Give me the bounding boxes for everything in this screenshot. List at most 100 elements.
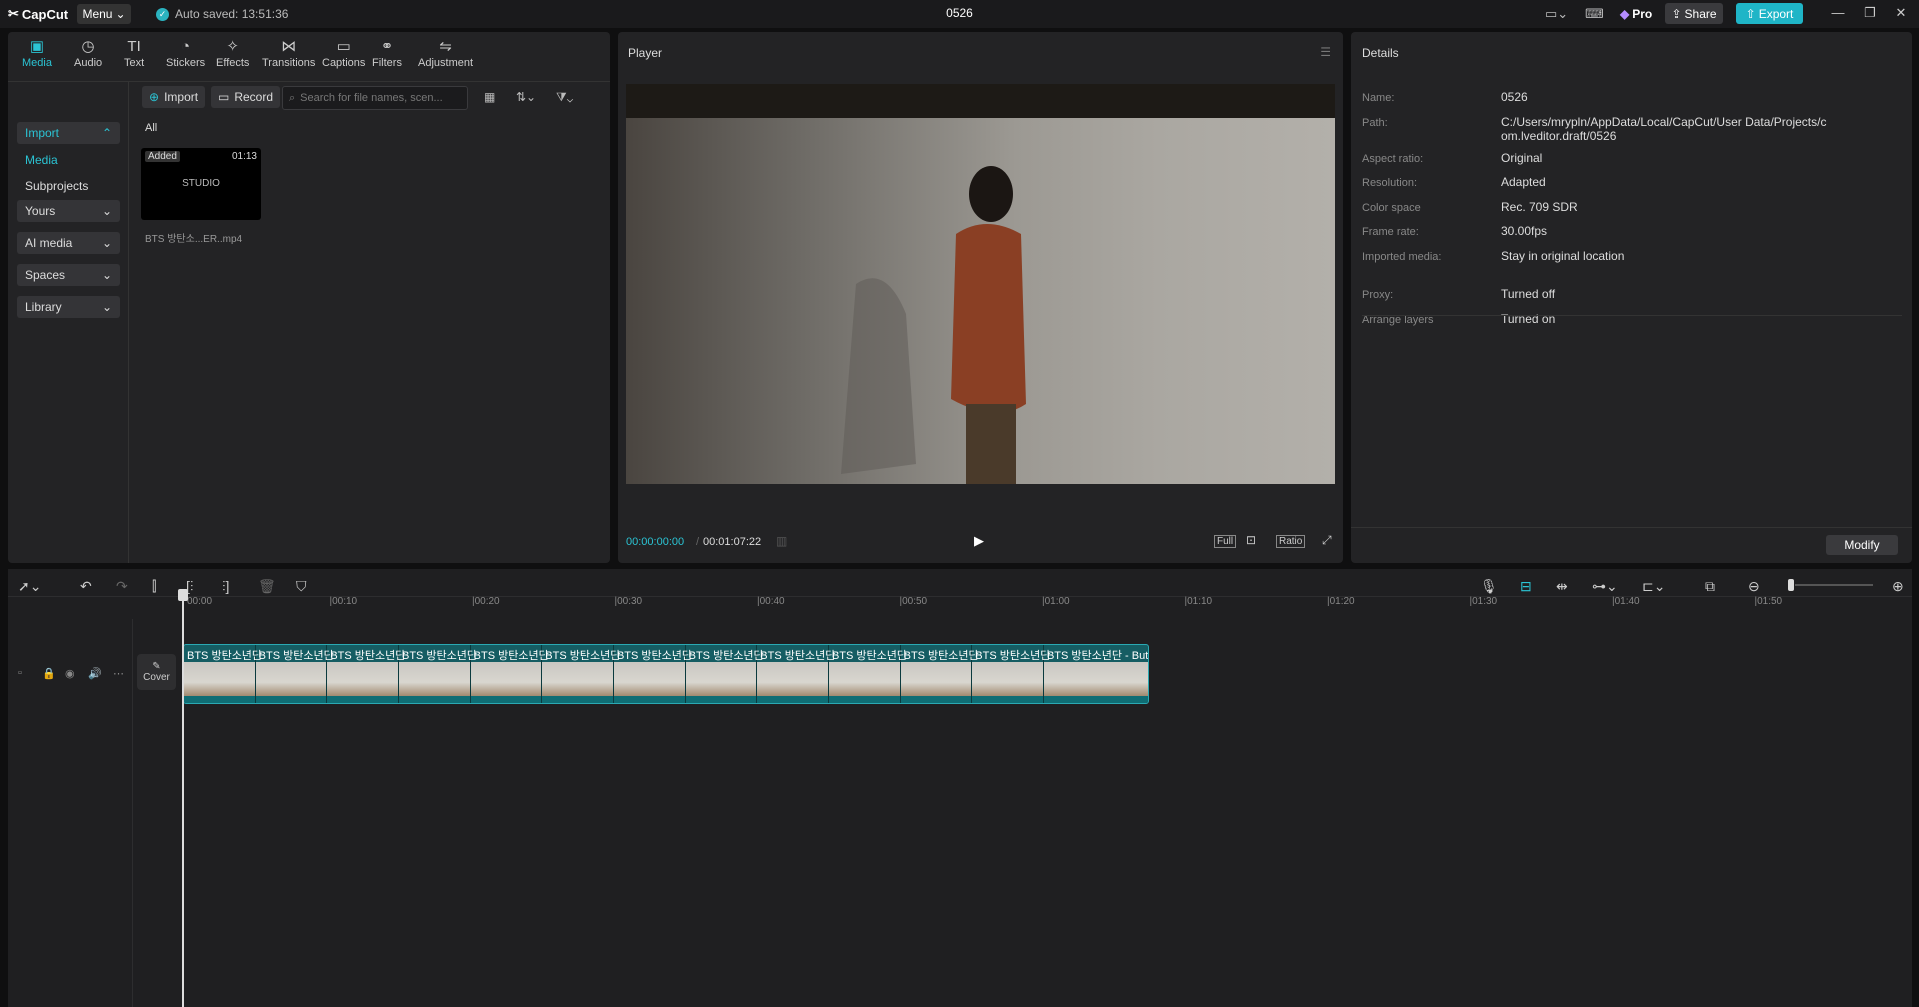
tab-effects[interactable]: ✧ Effects: [216, 37, 249, 77]
timeline-clip[interactable]: BTS 방탄소년단: [184, 645, 262, 703]
minimize-icon[interactable]: —: [1828, 5, 1848, 23]
media-icon: ▣: [29, 38, 45, 55]
thumbnail-text: STUDIO: [182, 178, 220, 189]
eye-icon[interactable]: ◉: [65, 667, 75, 680]
zoom-slider[interactable]: [1795, 584, 1873, 586]
layout-icon[interactable]: ▭⌄: [1545, 6, 1568, 22]
restore-icon[interactable]: ❐: [1860, 5, 1880, 23]
tab-text[interactable]: TI Text: [124, 37, 144, 77]
clip-label: BTS 방탄소년단: [616, 650, 693, 662]
screenshot-icon[interactable]: ⊡: [1246, 533, 1256, 547]
filter-icon[interactable]: ⧩⌄: [556, 90, 573, 105]
ruler-tick: |01:20: [1327, 596, 1355, 607]
audio-waveform: [542, 696, 613, 703]
timeline-clip[interactable]: BTS 방탄소년단: [255, 645, 334, 703]
record-button[interactable]: ▭ Record: [211, 86, 281, 108]
clip-thumbnail: [828, 662, 900, 696]
modify-button[interactable]: Modify: [1826, 535, 1898, 555]
timeline-clip[interactable]: BTS 방탄소년단: [685, 645, 764, 703]
detail-value: 30.00fps: [1501, 224, 1548, 238]
tab-transitions[interactable]: ⋈ Transitions: [262, 37, 315, 77]
share-button[interactable]: ⇪ Share: [1665, 3, 1723, 24]
clip-thumbnail: [900, 662, 972, 696]
detail-label: Imported media:: [1362, 251, 1442, 263]
timeline-clip[interactable]: BTS 방탄소년단: [470, 645, 549, 703]
media-search[interactable]: ⌕ Search for file names, scen...: [282, 86, 468, 110]
redo-icon[interactable]: ↷: [116, 578, 128, 595]
filters-icon: ⚭: [380, 38, 394, 55]
tab-adjustment[interactable]: ⇋ Adjustment: [418, 37, 473, 77]
tab-captions[interactable]: ▭ Captions: [322, 37, 365, 77]
filter-all[interactable]: All: [145, 122, 157, 134]
tab-stickers[interactable]: ◔ Stickers: [166, 37, 205, 77]
sidebar-import[interactable]: Import ⌃: [17, 122, 120, 144]
pro-button[interactable]: ◆ Pro: [1614, 4, 1658, 24]
volume-icon[interactable]: 🔊: [88, 667, 102, 680]
timeline-clip[interactable]: BTS 방탄소년단: [900, 645, 979, 703]
timeline-clip[interactable]: BTS 방탄소년단: [398, 645, 477, 703]
waveform-icon[interactable]: ▥: [776, 534, 787, 548]
transitions-icon: ⋈: [281, 38, 297, 55]
timeline-clip[interactable]: BTS 방탄소년단: [542, 645, 620, 703]
video-preview[interactable]: [626, 84, 1335, 484]
timeline-clip[interactable]: BTS 방탄소년단: [613, 645, 692, 703]
clip-label: BTS 방탄소년단: [831, 650, 908, 662]
tab-filters[interactable]: ⚭ Filters: [372, 37, 402, 77]
clip-label: BTS 방탄소년단 - Butt: [1046, 650, 1149, 662]
timeline-clip[interactable]: BTS 방탄소년단 - Butt: [1043, 645, 1149, 703]
sidebar-ai-media[interactable]: AI media ⌄: [17, 232, 120, 254]
playhead[interactable]: [182, 591, 184, 1007]
timeline-panel: ➚⌄ ↶ ↷ ⫿ [⫶ ⫶] 🗑 ⛉ 🎙 ⊟ ⇹ ⊶⌄ ⊏⌄ ⧉ ⊖ ⊕ 00:…: [8, 569, 1912, 1007]
detail-value: Rec. 709 SDR: [1501, 200, 1578, 214]
select-tool-icon[interactable]: ➚⌄: [18, 578, 41, 595]
player-title: Player: [628, 46, 663, 60]
tab-media[interactable]: ▣ Media: [22, 37, 52, 77]
tab-label: Filters: [372, 57, 402, 69]
captions-icon: ▭: [336, 38, 351, 55]
undo-icon[interactable]: ↶: [80, 578, 92, 595]
playhead-handle[interactable]: [178, 589, 188, 601]
zoom-slider-handle[interactable]: [1788, 579, 1794, 591]
fullscreen-icon[interactable]: ⤢: [1322, 533, 1332, 548]
import-button[interactable]: ⊕ Import: [142, 86, 206, 108]
tab-audio[interactable]: ◷ Audio: [74, 37, 102, 77]
timeline-clip[interactable]: BTS 방탄소년단: [757, 645, 835, 703]
detail-label: Color space: [1362, 202, 1421, 214]
media-duration: 01:13: [231, 151, 257, 162]
sidebar-spaces[interactable]: Spaces ⌄: [17, 264, 120, 286]
sidebar-item-media[interactable]: Media: [25, 153, 58, 167]
hamburger-icon[interactable]: ☰: [1320, 45, 1331, 59]
split-icon[interactable]: ⫿: [152, 578, 156, 595]
media-item[interactable]: Added 01:13 STUDIO: [141, 148, 261, 220]
detail-label: Resolution:: [1362, 177, 1418, 189]
sidebar-yours[interactable]: Yours ⌄: [17, 200, 120, 222]
timeline-clip[interactable]: BTS 방탄소년단: [327, 645, 405, 703]
tab-label: Text: [124, 57, 145, 69]
full-button[interactable]: Full: [1214, 535, 1237, 548]
shortcuts-icon[interactable]: ⌨: [1585, 6, 1604, 22]
clip-thumbnail: [327, 662, 398, 696]
stickers-icon: ◔: [181, 38, 191, 55]
sort-icon[interactable]: ⇅⌄: [516, 90, 536, 104]
more-icon[interactable]: ⋯: [113, 667, 124, 680]
sidebar-item-subprojects[interactable]: Subprojects: [25, 179, 88, 193]
cover-button[interactable]: ✎ Cover: [137, 654, 176, 690]
export-button[interactable]: ⇧ Export: [1736, 3, 1803, 24]
player-panel: Player ☰ 00:00:00:00 / 00:01:07:22 ▥ ▶ F…: [618, 32, 1343, 563]
close-icon[interactable]: ✕: [1891, 5, 1911, 23]
clip-thumbnail: [184, 662, 255, 696]
view-grid-icon[interactable]: ▦: [484, 90, 495, 104]
track-select-icon[interactable]: ▫: [18, 667, 22, 679]
lock-icon[interactable]: 🔒: [42, 667, 56, 680]
play-icon[interactable]: ▶: [974, 533, 984, 549]
chevron-down-icon: ⌄: [101, 236, 112, 250]
sidebar-library[interactable]: Library ⌄: [17, 296, 120, 318]
timeline-clip[interactable]: BTS 방탄소년단: [972, 645, 1050, 703]
ratio-button[interactable]: Ratio: [1276, 535, 1306, 548]
ruler-tick: |01:10: [1184, 596, 1213, 607]
clip-label: BTS 방탄소년단: [187, 650, 263, 662]
video-track[interactable]: BTS 방탄소년단 BTS 방탄소년단 BTS 방탄소년단 BTS 방탄소년단 BTS …: [183, 644, 1149, 704]
details-title: Details: [1362, 46, 1399, 60]
timeline-clip[interactable]: BTS 방탄소년단: [828, 645, 907, 703]
clip-label: BTS 방탄소년단: [760, 650, 836, 662]
